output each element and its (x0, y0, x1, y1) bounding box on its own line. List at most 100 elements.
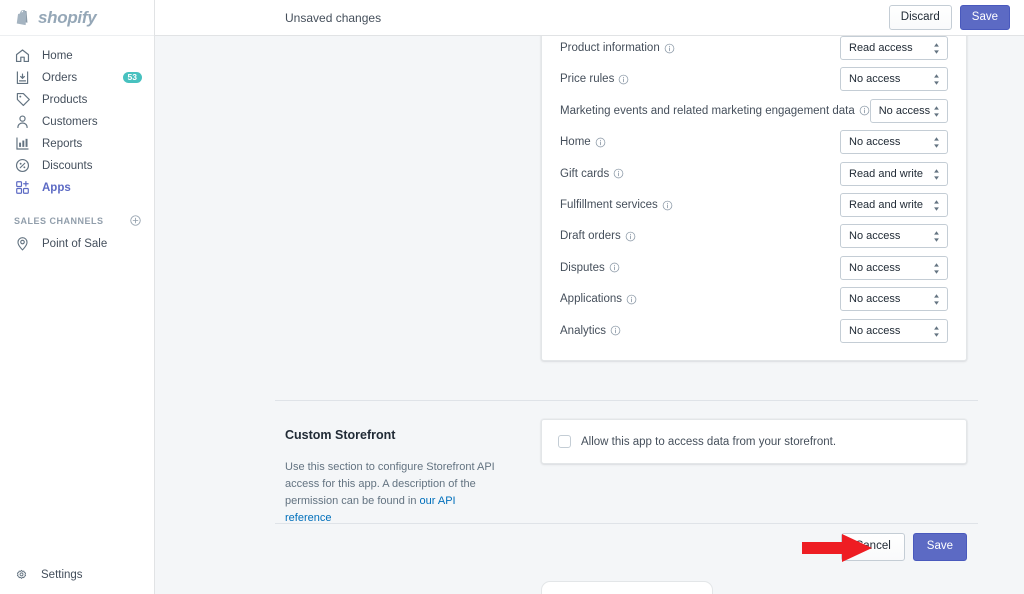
sidebar-item-label: Customers (42, 115, 98, 128)
sidebar-item-discounts[interactable]: Discounts (8, 155, 146, 176)
permission-label: Marketing events and related marketing e… (560, 105, 870, 117)
permission-select-value: No access (849, 293, 901, 306)
sales-channels-title: SALES CHANNELS (14, 215, 104, 226)
select-chevrons-icon (934, 106, 939, 117)
reports-icon (16, 137, 29, 150)
info-circle-icon[interactable] (613, 168, 624, 179)
info-circle-icon[interactable] (859, 105, 870, 116)
discounts-icon (15, 158, 30, 173)
select-chevrons-icon (934, 137, 939, 149)
customers-icon (17, 115, 28, 129)
permission-label: Applications (560, 293, 637, 305)
sidebar-item-point-of-sale[interactable]: Point of Sale (8, 233, 146, 254)
custom-storefront-info: Custom Storefront Use this section to co… (285, 428, 500, 527)
select-chevrons-icon (934, 231, 939, 243)
permission-label: Home (560, 136, 606, 148)
custom-storefront-description: Use this section to configure Storefront… (285, 459, 500, 527)
permission-select-value: No access (878, 104, 931, 117)
info-circle-icon[interactable] (609, 262, 620, 273)
sidebar-item-orders[interactable]: Orders 53 (8, 67, 146, 88)
permission-select-value: Read and write (849, 167, 923, 180)
sales-channels-header: SALES CHANNELS (14, 214, 142, 227)
footer-divider (275, 523, 978, 524)
storefront-access-label: Allow this app to access data from your … (581, 435, 837, 448)
sidebar-nav: Home Orders 53 Products Customers Report… (0, 36, 154, 254)
permission-row: Home No access (560, 127, 948, 158)
info-circle-icon[interactable] (626, 294, 637, 305)
footer-save-button[interactable]: Save (912, 533, 967, 561)
permission-select-value: No access (849, 324, 901, 337)
permission-select[interactable]: No access (840, 130, 948, 155)
sidebar-item-home[interactable]: Home (8, 45, 146, 66)
permission-label: Gift cards (560, 168, 624, 180)
permission-select-value: Read and write (849, 199, 923, 212)
info-circle-icon[interactable] (625, 231, 636, 242)
main-content: Reports No access Product information Re… (155, 36, 1024, 594)
permission-select[interactable]: Read access (840, 36, 948, 61)
topbar-save-button[interactable]: Save (959, 4, 1010, 31)
plus-circle-icon[interactable] (129, 214, 142, 227)
info-circle-icon[interactable] (662, 200, 673, 211)
point-of-sale-icon (17, 237, 28, 251)
permission-select[interactable]: No access (840, 67, 948, 92)
select-chevrons-icon (934, 168, 939, 180)
permission-row: Analytics No access (560, 315, 948, 346)
shopify-admin-app: shopify Home Orders 53 Products Customer… (0, 0, 1024, 594)
info-circle-icon[interactable] (664, 43, 675, 54)
apps-icon (16, 180, 29, 194)
permission-select-value: No access (849, 136, 901, 149)
info-circle-icon[interactable] (610, 325, 621, 336)
permission-row: Price rules No access (560, 64, 948, 95)
orders-icon (16, 71, 29, 85)
sidebar-item-label: Products (42, 93, 88, 106)
permission-select[interactable]: Read and write (840, 161, 948, 186)
gear-icon (16, 569, 27, 579)
bottom-partial-card (541, 581, 713, 594)
permission-row: Product information Read access (560, 36, 948, 64)
permission-select[interactable]: No access (840, 287, 948, 312)
discard-button[interactable]: Discard (888, 4, 952, 31)
select-chevrons-icon (934, 43, 939, 54)
permission-select[interactable]: No access (840, 318, 948, 343)
storefront-access-checkbox[interactable] (558, 435, 571, 448)
sidebar-item-reports[interactable]: Reports (8, 133, 146, 154)
topbar-actions: Discard Save (888, 4, 1010, 31)
red-arrow-right-icon (802, 534, 872, 562)
permission-label: Draft orders (560, 230, 636, 242)
shopify-bag-icon (16, 9, 28, 26)
sidebar-item-products[interactable]: Products (8, 89, 146, 110)
permission-label: Disputes (560, 262, 620, 274)
info-circle-icon[interactable] (618, 74, 629, 85)
sidebar-item-customers[interactable]: Customers (8, 111, 146, 132)
permission-select[interactable]: No access (840, 224, 948, 249)
info-circle-icon[interactable] (595, 137, 606, 148)
permission-select-value: No access (849, 73, 901, 86)
permission-row: Draft orders No access (560, 221, 948, 252)
sidebar-item-label: Reports (42, 137, 83, 150)
permission-select[interactable]: Read and write (840, 193, 948, 218)
orders-badge: 53 (122, 71, 142, 84)
sidebar-item-label: Apps (42, 181, 71, 194)
brand-name: shopify (38, 7, 97, 27)
storefront-permission-card: Allow this app to access data from your … (541, 419, 967, 464)
unsaved-changes-text: Unsaved changes (285, 10, 382, 25)
permission-select[interactable]: No access (869, 98, 948, 123)
sidebar-item-apps[interactable]: Apps (8, 177, 146, 198)
sidebar-item-label: Point of Sale (42, 237, 108, 250)
permission-row: Marketing events and related marketing e… (560, 95, 948, 126)
sidebar: shopify Home Orders 53 Products Customer… (0, 0, 155, 594)
permission-row: Applications No access (560, 284, 948, 315)
brand-logo[interactable]: shopify (0, 0, 154, 36)
permission-row: Disputes No access (560, 252, 948, 283)
select-chevrons-icon (934, 263, 939, 274)
permission-label: Fulfillment services (560, 199, 673, 211)
select-chevrons-icon (934, 200, 939, 211)
sidebar-item-label: Discounts (42, 159, 93, 172)
sidebar-item-settings[interactable]: Settings (0, 564, 155, 586)
settings-label: Settings (41, 569, 83, 581)
permission-select-value: Read access (849, 42, 913, 55)
permission-select[interactable]: No access (840, 255, 948, 280)
select-chevrons-icon (934, 294, 939, 306)
sidebar-item-label: Orders (42, 71, 78, 84)
permission-label: Product information (560, 42, 675, 54)
